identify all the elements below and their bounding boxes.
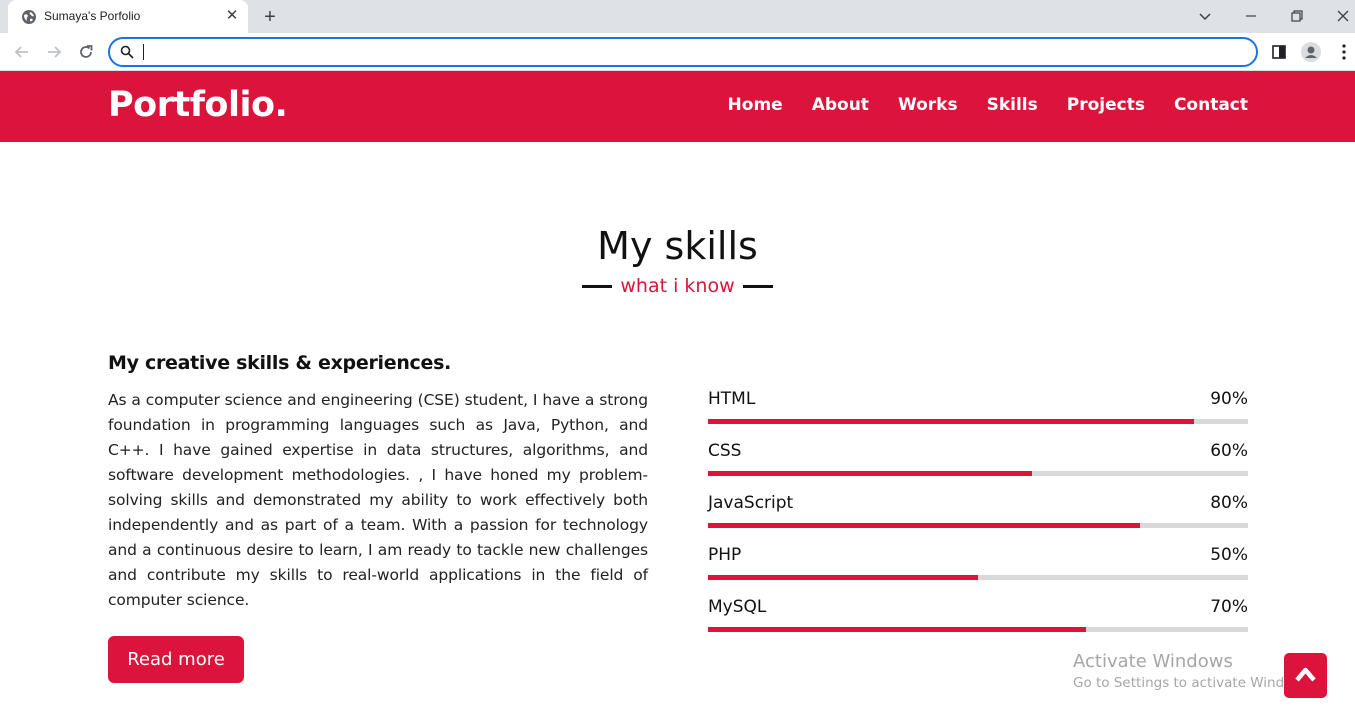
skill-track: [708, 575, 1248, 580]
skill-fill: [708, 419, 1194, 424]
chevron-up-icon: [1295, 667, 1316, 682]
browser-tab[interactable]: Sumaya's Porfolio ✕: [8, 0, 248, 33]
tab-title: Sumaya's Porfolio: [44, 9, 141, 23]
skill-percent: 70%: [1210, 597, 1248, 617]
section-subtitle: what i know: [0, 275, 1355, 297]
globe-icon: [22, 10, 36, 24]
skill-item: CSS 60%: [708, 441, 1248, 493]
browser-toolbar: [0, 33, 1355, 71]
skill-name: HTML: [708, 389, 756, 409]
nav-about[interactable]: About: [812, 95, 869, 115]
scroll-to-top-button[interactable]: [1284, 653, 1327, 698]
skills-heading: My creative skills & experiences.: [108, 352, 452, 374]
watermark-subtitle: Go to Settings to activate Windows.: [1073, 675, 1315, 691]
skill-track: [708, 523, 1248, 528]
skill-bars: HTML 90% CSS 60% JavaScript 80% PHP 50% …: [708, 389, 1248, 649]
profile-avatar-icon[interactable]: [1300, 41, 1322, 63]
skills-paragraph: As a computer science and engineering (C…: [108, 391, 648, 609]
subtitle-divider-right: [743, 284, 774, 288]
window-close-icon[interactable]: [1332, 5, 1354, 27]
skills-description: My creative skills & experiences. As a c…: [108, 352, 648, 613]
skill-name: MySQL: [708, 597, 767, 617]
section-title: My skills: [597, 224, 758, 268]
activate-windows-watermark: Activate Windows Go to Settings to activ…: [1073, 651, 1315, 691]
more-menu-icon[interactable]: [1333, 41, 1355, 63]
watermark-title: Activate Windows: [1073, 651, 1233, 672]
new-tab-button[interactable]: +: [259, 6, 281, 28]
skill-fill: [708, 627, 1086, 632]
skill-item: PHP 50%: [708, 545, 1248, 597]
skill-percent: 60%: [1210, 441, 1248, 461]
back-arrow-icon[interactable]: [11, 41, 33, 63]
skill-item: HTML 90%: [708, 389, 1248, 441]
nav-projects[interactable]: Projects: [1067, 95, 1145, 115]
side-panel-icon[interactable]: [1268, 41, 1290, 63]
text-caret: [143, 44, 144, 60]
search-icon: [120, 45, 134, 59]
skill-track: [708, 419, 1248, 424]
site-logo[interactable]: Portfolio.: [108, 85, 288, 125]
restore-icon[interactable]: [1286, 5, 1308, 27]
skill-track: [708, 471, 1248, 476]
main-nav: Home About Works Skills Projects Contact: [728, 95, 1248, 115]
skill-name: PHP: [708, 545, 742, 565]
nav-home[interactable]: Home: [728, 95, 783, 115]
skill-track: [708, 627, 1248, 632]
tab-close-icon[interactable]: ✕: [224, 8, 240, 24]
reload-icon[interactable]: [75, 41, 97, 63]
browser-tabstrip: Sumaya's Porfolio ✕ +: [0, 0, 1355, 33]
subtitle-text: what i know: [620, 275, 735, 297]
read-more-button[interactable]: Read more: [108, 636, 244, 683]
skill-percent: 90%: [1210, 389, 1248, 409]
skill-name: JavaScript: [708, 493, 794, 513]
minimize-icon[interactable]: [1240, 5, 1262, 27]
nav-contact[interactable]: Contact: [1174, 95, 1248, 115]
forward-arrow-icon[interactable]: [43, 41, 65, 63]
skill-percent: 80%: [1210, 493, 1248, 513]
nav-works[interactable]: Works: [898, 95, 958, 115]
skill-percent: 50%: [1210, 545, 1248, 565]
subtitle-divider-left: [581, 284, 612, 288]
skill-item: JavaScript 80%: [708, 493, 1248, 545]
address-input[interactable]: [140, 42, 1240, 62]
nav-skills[interactable]: Skills: [987, 95, 1038, 115]
skill-fill: [708, 471, 1032, 476]
address-bar[interactable]: [108, 37, 1258, 67]
skill-item: MySQL 70%: [708, 597, 1248, 649]
skill-fill: [708, 575, 978, 580]
site-header: Portfolio. Home About Works Skills Proje…: [0, 71, 1355, 142]
skill-name: CSS: [708, 441, 742, 461]
tab-search-chevron-icon[interactable]: [1194, 5, 1216, 27]
skill-fill: [708, 523, 1140, 528]
